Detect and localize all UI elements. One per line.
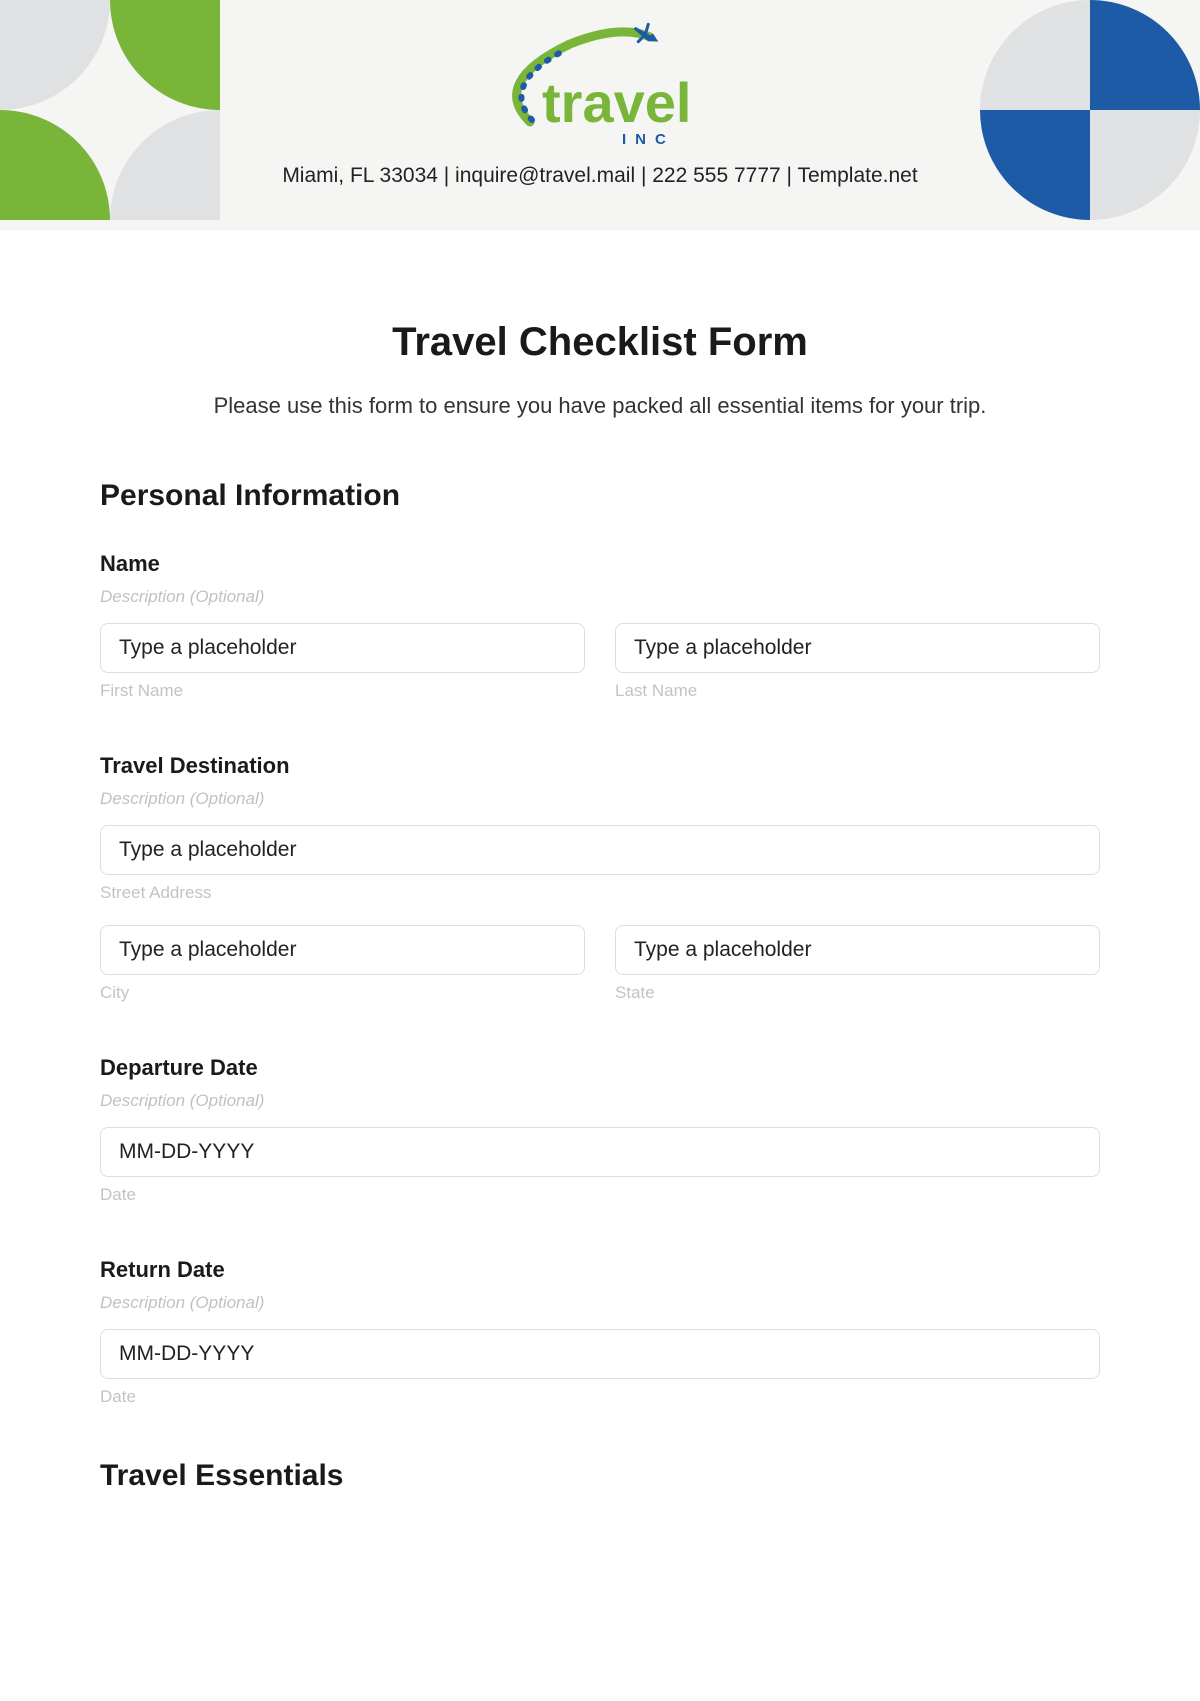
sublabel-last-name: Last Name: [615, 681, 1100, 701]
city-input[interactable]: Type a placeholder: [100, 925, 585, 975]
logo-main-text: travel: [542, 71, 691, 134]
label-destination: Travel Destination: [100, 753, 1100, 779]
decoration: [110, 110, 220, 220]
desc-return: Description (Optional): [100, 1293, 1100, 1313]
sublabel-state: State: [615, 983, 1100, 1003]
desc-departure: Description (Optional): [100, 1091, 1100, 1111]
sublabel-first-name: First Name: [100, 681, 585, 701]
sublabel-departure: Date: [100, 1185, 1100, 1205]
page-body: Travel Checklist Form Please use this fo…: [0, 230, 1200, 1553]
label-name: Name: [100, 551, 1100, 577]
last-name-placeholder: Type a placeholder: [634, 636, 811, 660]
return-date-input[interactable]: MM-DD-YYYY: [100, 1329, 1100, 1379]
logo-sub-text: INC: [622, 131, 675, 148]
decoration: [1090, 110, 1200, 220]
decoration: [980, 110, 1090, 220]
label-departure: Departure Date: [100, 1055, 1100, 1081]
section-travel-essentials: Travel Essentials: [100, 1459, 1100, 1493]
logo: travel INC: [470, 22, 730, 157]
intro-text: Please use this form to ensure you have …: [100, 393, 1100, 419]
group-departure: Departure Date Description (Optional) MM…: [100, 1055, 1100, 1205]
decoration: [1090, 0, 1200, 110]
page-title: Travel Checklist Form: [100, 320, 1100, 365]
return-placeholder: MM-DD-YYYY: [119, 1342, 254, 1366]
logo-svg: travel INC: [470, 22, 730, 152]
first-name-input[interactable]: Type a placeholder: [100, 623, 585, 673]
departure-placeholder: MM-DD-YYYY: [119, 1140, 254, 1164]
contact-line: Miami, FL 33034 | inquire@travel.mail | …: [282, 164, 917, 188]
city-placeholder: Type a placeholder: [119, 938, 296, 962]
sublabel-return: Date: [100, 1387, 1100, 1407]
decoration: [110, 0, 220, 110]
sublabel-street: Street Address: [100, 883, 1100, 903]
decoration: [980, 0, 1090, 110]
last-name-input[interactable]: Type a placeholder: [615, 623, 1100, 673]
group-name: Name Description (Optional) Type a place…: [100, 551, 1100, 701]
state-input[interactable]: Type a placeholder: [615, 925, 1100, 975]
header-band: travel INC Miami, FL 33034 | inquire@tra…: [0, 0, 1200, 230]
sublabel-city: City: [100, 983, 585, 1003]
state-placeholder: Type a placeholder: [634, 938, 811, 962]
group-return: Return Date Description (Optional) MM-DD…: [100, 1257, 1100, 1407]
label-return: Return Date: [100, 1257, 1100, 1283]
group-destination: Travel Destination Description (Optional…: [100, 753, 1100, 1003]
street-address-input[interactable]: Type a placeholder: [100, 825, 1100, 875]
decoration: [0, 110, 110, 220]
street-placeholder: Type a placeholder: [119, 838, 296, 862]
desc-name: Description (Optional): [100, 587, 1100, 607]
first-name-placeholder: Type a placeholder: [119, 636, 296, 660]
section-personal-info: Personal Information: [100, 479, 1100, 513]
decoration: [0, 0, 110, 110]
desc-destination: Description (Optional): [100, 789, 1100, 809]
departure-date-input[interactable]: MM-DD-YYYY: [100, 1127, 1100, 1177]
